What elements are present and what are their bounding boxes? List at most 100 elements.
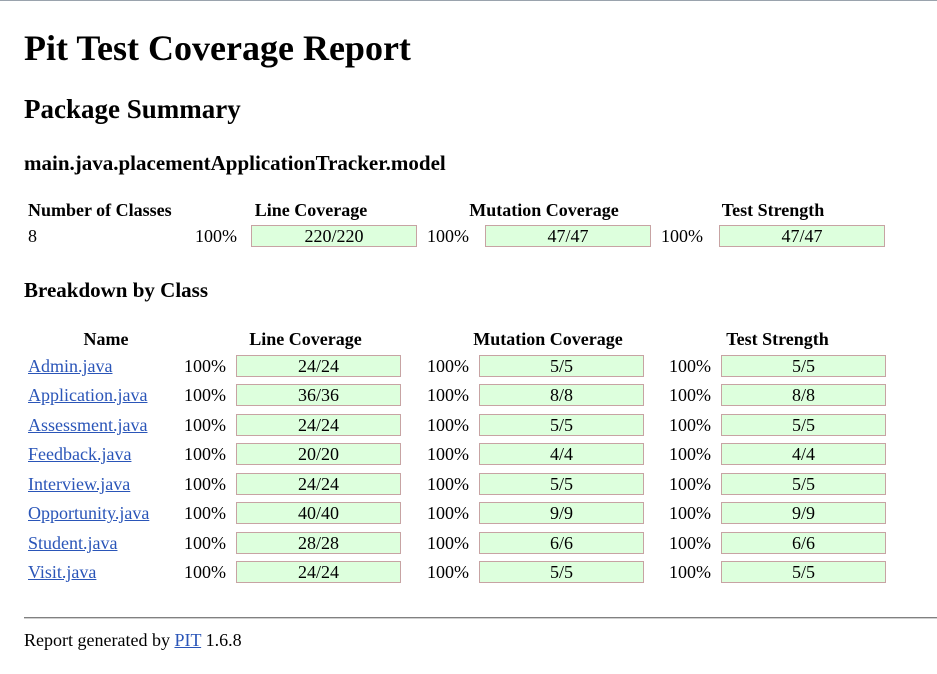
mutation-coverage-bar: 9/9 <box>479 502 644 525</box>
test-strength-ratio: 47/47 <box>781 226 823 246</box>
line-coverage-bar: 40/40 <box>236 502 401 525</box>
test-strength-bar: 5/5 <box>721 354 886 377</box>
test-strength-bar: 8/8 <box>721 384 886 407</box>
line-coverage-percent: 100% <box>184 444 226 465</box>
mutation-coverage-bar: 47/47 <box>485 225 651 247</box>
class-link[interactable]: Admin.java <box>28 356 112 376</box>
test-strength-percent: 100% <box>669 503 711 524</box>
test-strength-percent: 100% <box>669 385 711 406</box>
line-coverage-bar: 36/36 <box>236 384 401 407</box>
class-link[interactable]: Opportunity.java <box>28 503 149 523</box>
line-coverage-percent: 100% <box>184 414 226 435</box>
mutation-coverage-bar: 5/5 <box>479 561 644 584</box>
class-name-cell: Student.java <box>28 528 184 558</box>
line-coverage-ratio: 220/220 <box>304 226 364 246</box>
mutation-coverage-percent: 100% <box>427 503 469 524</box>
line-coverage-bar: 20/20 <box>236 443 401 466</box>
class-name-cell: Assessment.java <box>28 410 184 440</box>
test-strength-ratio: 9/9 <box>791 503 815 524</box>
table-row: Application.java 100% 36/36 100% 8/8 100% 8/8 <box>28 381 886 411</box>
line-coverage-ratio: 24/24 <box>297 562 339 583</box>
test-strength-bar: 9/9 <box>721 502 886 525</box>
test-strength-percent: 100% <box>669 414 711 435</box>
line-coverage-bar: 24/24 <box>236 561 401 584</box>
mutation-coverage-percent: 100% <box>427 562 469 583</box>
line-coverage-ratio: 36/36 <box>297 385 339 406</box>
line-coverage-bar: 24/24 <box>236 354 401 377</box>
line-coverage-bar: 28/28 <box>236 531 401 554</box>
table-row: Visit.java 100% 24/24 100% 5/5 100% 5/5 <box>28 558 886 588</box>
class-link[interactable]: Interview.java <box>28 474 130 494</box>
line-coverage-percent: 100% <box>195 226 237 246</box>
table-row: Assessment.java 100% 24/24 100% 5/5 100% 5/5 <box>28 410 886 440</box>
class-link[interactable]: Application.java <box>28 385 147 405</box>
class-name-cell: Application.java <box>28 381 184 411</box>
line-coverage-percent: 100% <box>184 562 226 583</box>
footer-version: 1.6.8 <box>205 630 242 650</box>
header-mutation-coverage: Mutation Coverage <box>469 200 619 220</box>
test-strength-ratio: 5/5 <box>791 355 815 376</box>
line-coverage-ratio: 24/24 <box>297 473 339 494</box>
line-coverage-bar: 24/24 <box>236 472 401 495</box>
header-line-coverage: Line Coverage <box>249 329 362 349</box>
header-mutation-coverage: Mutation Coverage <box>473 329 623 349</box>
line-coverage-bar: 24/24 <box>236 413 401 436</box>
class-link[interactable]: Assessment.java <box>28 415 147 435</box>
mutation-coverage-ratio: 6/6 <box>549 532 573 553</box>
class-name-cell: Interview.java <box>28 469 184 499</box>
mutation-coverage-ratio: 9/9 <box>549 503 573 524</box>
line-coverage-percent: 100% <box>184 355 226 376</box>
test-strength-percent: 100% <box>669 355 711 376</box>
package-name: main.java.placementApplicationTracker.mo… <box>24 151 446 175</box>
class-name-cell: Opportunity.java <box>28 499 184 529</box>
test-strength-bar: 6/6 <box>721 531 886 554</box>
class-name-cell: Feedback.java <box>28 440 184 470</box>
table-row: Student.java 100% 28/28 100% 6/6 100% 6/6 <box>28 528 886 558</box>
table-row: Admin.java 100% 24/24 100% 5/5 100% 5/5 <box>28 351 886 381</box>
test-strength-percent: 100% <box>669 532 711 553</box>
test-strength-bar: 5/5 <box>721 413 886 436</box>
test-strength-ratio: 6/6 <box>791 532 815 553</box>
mutation-coverage-percent: 100% <box>427 532 469 553</box>
page-title: Pit Test Coverage Report <box>24 28 411 68</box>
test-strength-ratio: 8/8 <box>791 385 815 406</box>
class-link[interactable]: Student.java <box>28 533 117 553</box>
mutation-coverage-ratio: 4/4 <box>549 444 573 465</box>
mutation-coverage-percent: 100% <box>427 444 469 465</box>
footer-prefix: Report generated by <box>24 630 170 650</box>
class-name-cell: Visit.java <box>28 558 184 588</box>
breakdown-title: Breakdown by Class <box>24 278 208 302</box>
header-test-strength: Test Strength <box>726 329 829 349</box>
header-name: Name <box>83 329 129 349</box>
mutation-coverage-bar: 5/5 <box>479 472 644 495</box>
test-strength-bar: 4/4 <box>721 443 886 466</box>
test-strength-bar: 5/5 <box>721 472 886 495</box>
mutation-coverage-ratio: 5/5 <box>549 562 573 583</box>
mutation-coverage-bar: 8/8 <box>479 384 644 407</box>
header-test-strength: Test Strength <box>721 200 825 220</box>
test-strength-percent: 100% <box>669 562 711 583</box>
header-number-of-classes: Number of Classes <box>28 200 172 220</box>
section-title: Package Summary <box>24 94 241 124</box>
pit-link[interactable]: PIT <box>174 630 201 650</box>
test-strength-percent: 100% <box>669 444 711 465</box>
class-link[interactable]: Feedback.java <box>28 444 131 464</box>
class-link[interactable]: Visit.java <box>28 562 96 582</box>
mutation-coverage-bar: 5/5 <box>479 413 644 436</box>
line-coverage-percent: 100% <box>184 503 226 524</box>
class-name-cell: Admin.java <box>28 351 184 381</box>
test-strength-bar: 47/47 <box>719 225 885 247</box>
mutation-coverage-bar: 5/5 <box>479 354 644 377</box>
mutation-coverage-ratio: 47/47 <box>547 226 589 246</box>
test-strength-bar: 5/5 <box>721 561 886 584</box>
line-coverage-percent: 100% <box>184 385 226 406</box>
test-strength-ratio: 5/5 <box>791 562 815 583</box>
test-strength-percent: 100% <box>661 226 703 246</box>
footer-divider <box>24 617 937 619</box>
mutation-coverage-percent: 100% <box>427 385 469 406</box>
table-row: Feedback.java 100% 20/20 100% 4/4 100% 4/4 <box>28 440 886 470</box>
test-strength-ratio: 5/5 <box>791 473 815 494</box>
mutation-coverage-ratio: 5/5 <box>549 355 573 376</box>
line-coverage-ratio: 28/28 <box>297 532 339 553</box>
mutation-coverage-bar: 4/4 <box>479 443 644 466</box>
